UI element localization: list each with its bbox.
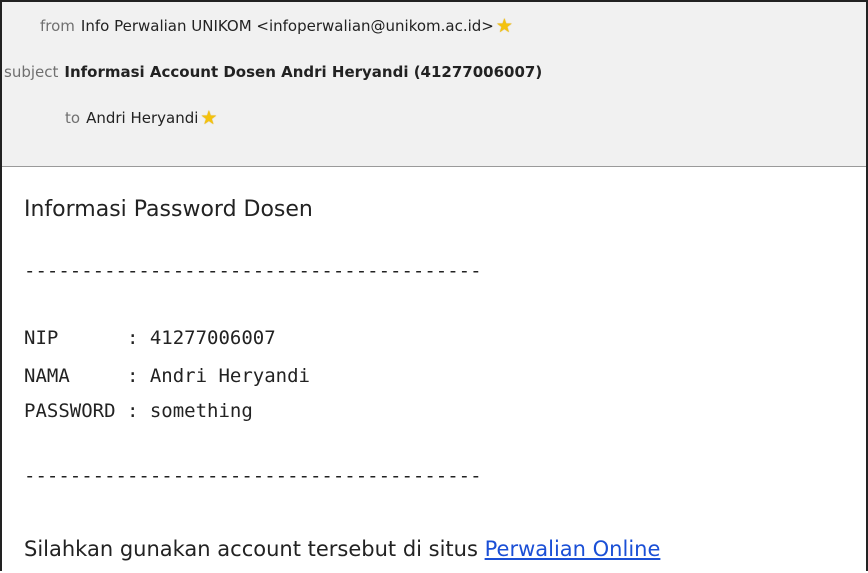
to-row: to Andri Heryandi ★ — [65, 103, 217, 133]
field-label: NIP — [24, 327, 127, 349]
field-value: something — [149, 400, 253, 422]
email-title: Informasi Password Dosen — [24, 197, 313, 222]
star-icon[interactable]: ★ — [200, 103, 217, 133]
field-colon: : — [126, 400, 150, 422]
to-value[interactable]: Andri Heryandi — [86, 109, 198, 127]
field-colon: : — [126, 365, 150, 387]
email-header: from Info Perwalian UNIKOM <infoperwalian… — [2, 2, 866, 167]
email-viewer: from Info Perwalian UNIKOM <infoperwalian… — [0, 0, 868, 571]
closing-line: Silahkan gunakan account tersebut di sit… — [24, 537, 660, 561]
closing-text: Silahkan gunakan account tersebut di sit… — [24, 537, 485, 561]
field-value: Andri Heryandi — [149, 365, 310, 387]
field-colon: : — [126, 327, 150, 349]
star-icon[interactable]: ★ — [496, 11, 513, 41]
field-value: 41277006007 — [149, 327, 276, 349]
separator-top: ---------------------------------------- — [24, 260, 482, 282]
field-label: NAMA — [24, 365, 127, 387]
from-row: from Info Perwalian UNIKOM <infoperwalian… — [40, 11, 513, 41]
to-label: to — [65, 109, 81, 127]
subject-label: subject — [4, 63, 59, 81]
from-value[interactable]: Info Perwalian UNIKOM <infoperwalian@uni… — [81, 17, 494, 35]
field-row-nama: NAMA : Andri Heryandi — [24, 365, 310, 387]
subject-row: subject Informasi Account Dosen Andri Her… — [4, 57, 542, 87]
separator-bottom: ---------------------------------------- — [24, 465, 482, 487]
field-row-nip: NIP : 41277006007 — [24, 327, 276, 349]
perwalian-online-link[interactable]: Perwalian Online — [485, 537, 661, 561]
from-label: from — [40, 17, 75, 35]
subject-value: Informasi Account Dosen Andri Heryandi (… — [64, 63, 543, 81]
field-label: PASSWORD — [24, 400, 127, 422]
field-row-password: PASSWORD : something — [24, 400, 253, 422]
